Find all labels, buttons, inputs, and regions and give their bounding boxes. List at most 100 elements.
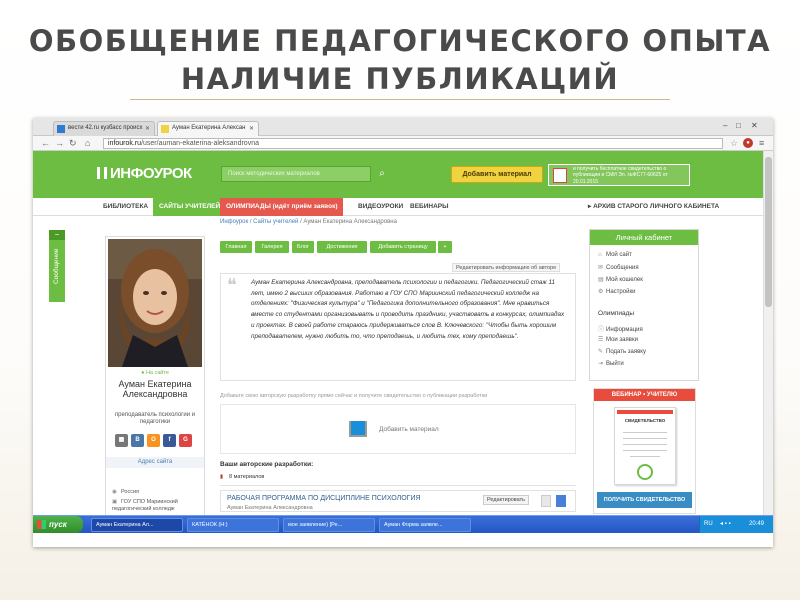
extension-icon[interactable]: ● <box>743 138 753 148</box>
olympiads-my-requests[interactable]: ☰ Мои заявки <box>598 336 638 343</box>
browser-screenshot: вести 42.ru кузбасс происх ✕ Ауман Екате… <box>33 118 773 547</box>
development-author: Ауман Екатерина Александровна <box>227 505 313 511</box>
taskbar-item[interactable]: Ауман Екатерина Ал... <box>91 518 183 532</box>
add-tab-button[interactable]: + <box>438 241 452 253</box>
upload-tray-icon <box>349 421 367 437</box>
cabinet-wallet[interactable]: ▤ Мой кошелек <box>598 276 643 283</box>
archive-link[interactable]: ▸ АРХИВ СТАРОГО ЛИЧНОГО КАБИНЕТА <box>588 198 719 216</box>
document-icon: ▮ <box>220 474 224 480</box>
edit-development-button[interactable]: Редактировать <box>483 495 529 505</box>
site-address-link[interactable]: Адрес сайта <box>106 457 204 468</box>
url-field[interactable]: infourok.ru/user/auman-ekaterina-aleksan… <box>103 138 723 149</box>
close-icon[interactable]: ✕ <box>145 125 150 132</box>
forward-icon[interactable]: → <box>55 138 64 148</box>
olympiads-info[interactable]: ⓘ Информация <box>598 324 643 333</box>
logout-link[interactable]: ⇥ Выйти <box>598 360 624 367</box>
reload-icon[interactable]: ↻ <box>69 138 77 149</box>
message-side-tab[interactable]: − Сообщение <box>49 230 65 302</box>
add-material-button[interactable]: Добавить материал <box>451 166 543 183</box>
windows-logo-icon <box>37 520 46 529</box>
bookmark-star-icon[interactable]: ☆ <box>730 138 738 149</box>
quote-icon: ❝ <box>227 275 237 296</box>
start-button[interactable]: пуск <box>33 516 83 533</box>
close-window-icon[interactable]: ✕ <box>751 121 758 130</box>
menu-item-library[interactable]: БИБЛИОТЕКА <box>97 198 154 216</box>
list-icon: ☰ <box>598 337 604 343</box>
page-scrollbar[interactable] <box>763 151 773 515</box>
menu-item-teacher-sites[interactable]: САЙТЫ УЧИТЕЛЕЙ <box>153 198 227 216</box>
profile-country: ◉ Россия <box>112 489 140 495</box>
certificate-title: СВИДЕТЕЛЬСТВО <box>624 418 666 423</box>
breadcrumb: Инфоурок / Сайты учителей / Ауман Екатер… <box>220 219 397 225</box>
wallet-icon: ▤ <box>598 277 604 283</box>
cabinet-my-site[interactable]: ⌂ Мой сайт <box>598 252 632 258</box>
get-certificate-button[interactable]: ПОЛУЧИТЬ СВИДЕТЕЛЬСТВО <box>597 492 692 508</box>
online-status: ● На сайте <box>141 370 169 376</box>
profile-card: ● На сайте Ауман Екатерина Александровна… <box>105 236 205 516</box>
location-icon: ◉ <box>112 489 117 495</box>
profile-role: преподаватель психологии и педагогики <box>114 412 196 425</box>
olympiads-heading: Олимпиады <box>598 310 635 317</box>
cabinet-settings[interactable]: ⚙ Настройки <box>598 288 635 295</box>
personal-cabinet-panel: Личный кабинет ⌂ Мой сайт ✉ Сообщения ▤ Мой… <box>589 229 699 381</box>
facebook-icon[interactable]: f <box>163 434 176 447</box>
tab-gallery[interactable]: Галерея <box>255 241 289 253</box>
certificate-icon <box>553 168 567 183</box>
social-share-icon[interactable]: ▦ <box>115 434 128 447</box>
breadcrumb-section[interactable]: Сайты учителей <box>253 219 298 225</box>
bio-text: Ауман Екатерина Александровна, преподава… <box>251 279 565 340</box>
gear-icon: ⚙ <box>598 289 604 295</box>
vk-icon[interactable]: В <box>131 434 144 447</box>
windows-taskbar: пуск Ауман Екатерина Ал... КАТЁНОК (Н:) … <box>33 515 773 533</box>
site-header: ИНФОУРОК Поиск методических материалов ⌕… <box>33 151 773 198</box>
tab-home[interactable]: Главная <box>220 241 252 253</box>
address-bar: ← → ↻ ⌂ infourok.ru/user/auman-ekaterina… <box>33 136 773 151</box>
building-icon: ▣ <box>112 499 118 505</box>
menu-item-webinars[interactable]: ВЕБИНАРЫ <box>404 198 454 216</box>
home-icon[interactable]: ⌂ <box>85 138 90 148</box>
taskbar-item[interactable]: мое заявление) [Ре... <box>283 518 375 532</box>
development-title[interactable]: РАБОЧАЯ ПРОГРАММА ПО ДИСЦИПЛИНЕ ПСИХОЛОГ… <box>227 495 421 502</box>
screenshot-margin <box>33 533 773 547</box>
tab-blog[interactable]: Блог <box>292 241 314 253</box>
olympiads-submit-request[interactable]: ✎ Подать заявку <box>598 348 646 355</box>
menu-icon[interactable]: ≡ <box>759 138 764 148</box>
webinar-heading: ВЕБИНАР • УЧИТЕЛЮ <box>594 389 695 401</box>
language-indicator[interactable]: RU <box>704 516 713 533</box>
back-icon[interactable]: ← <box>41 138 50 148</box>
menu-item-video-lessons[interactable]: ВИДЕОУРОКИ <box>352 198 409 216</box>
upload-area[interactable]: Добавить материал <box>220 404 576 454</box>
browser-tab[interactable]: вести 42.ru кузбасс происх ✕ <box>53 121 155 136</box>
search-input[interactable]: Поиск методических материалов <box>221 166 371 182</box>
maximize-icon[interactable]: □ <box>736 121 741 130</box>
search-icon[interactable]: ⌕ <box>374 166 390 182</box>
site-logo[interactable]: ИНФОУРОК <box>97 165 192 182</box>
developments-heading: Ваши авторские разработки: <box>220 461 314 468</box>
webinar-banner[interactable]: ВЕБИНАР • УЧИТЕЛЮ СВИДЕТЕЛЬСТВО ПОЛУЧИТЬ… <box>593 388 696 514</box>
browser-tab-bar: вести 42.ru кузбасс происх ✕ Ауман Екате… <box>33 118 773 136</box>
odnoklassniki-icon[interactable]: О <box>147 434 160 447</box>
clock[interactable]: 20:49 <box>749 516 764 533</box>
certificate-image: СВИДЕТЕЛЬСТВО <box>614 407 676 485</box>
close-icon[interactable]: ✕ <box>249 125 254 132</box>
upload-invite[interactable]: Добавьте свою авторскую разработку прямо… <box>220 393 487 399</box>
menu-item-olympiads[interactable]: ОЛИМПИАДЫ (идёт приём заявок) <box>220 198 344 216</box>
system-tray: RU ◂ ▪ ▪ 20:49 <box>699 516 773 533</box>
minimize-icon[interactable]: – <box>723 121 727 130</box>
tab-achievements[interactable]: Достижения <box>317 241 367 253</box>
browser-tab-active[interactable]: Ауман Екатерина Алексан ✕ <box>157 121 259 136</box>
taskbar-item[interactable]: КАТЁНОК (Н:) <box>187 518 279 532</box>
scrollbar-thumb[interactable] <box>765 157 772 307</box>
breadcrumb-home[interactable]: Инфоурок <box>220 219 248 225</box>
author-bio: ❝ Ауман Екатерина Александровна, препода… <box>220 273 576 381</box>
google-icon[interactable]: G <box>179 434 192 447</box>
taskbar-item[interactable]: Ауман Форма заявле... <box>379 518 471 532</box>
profile-org: ▣ ГОУ СПО Мариинский педагогический колле… <box>112 499 178 512</box>
tab-add-page[interactable]: Добавить страницу <box>370 241 436 253</box>
word-file-icon <box>556 495 566 507</box>
tray-icons[interactable]: ◂ ▪ ▪ <box>720 516 731 533</box>
certificate-promo[interactable]: и получить бесплатное свидетельство о пу… <box>548 164 690 186</box>
cabinet-messages[interactable]: ✉ Сообщения <box>598 264 639 271</box>
edit-author-info-button[interactable]: Редактировать информацию об авторе <box>452 263 561 272</box>
tab-label: вести 42.ru кузбасс происх <box>68 125 143 131</box>
